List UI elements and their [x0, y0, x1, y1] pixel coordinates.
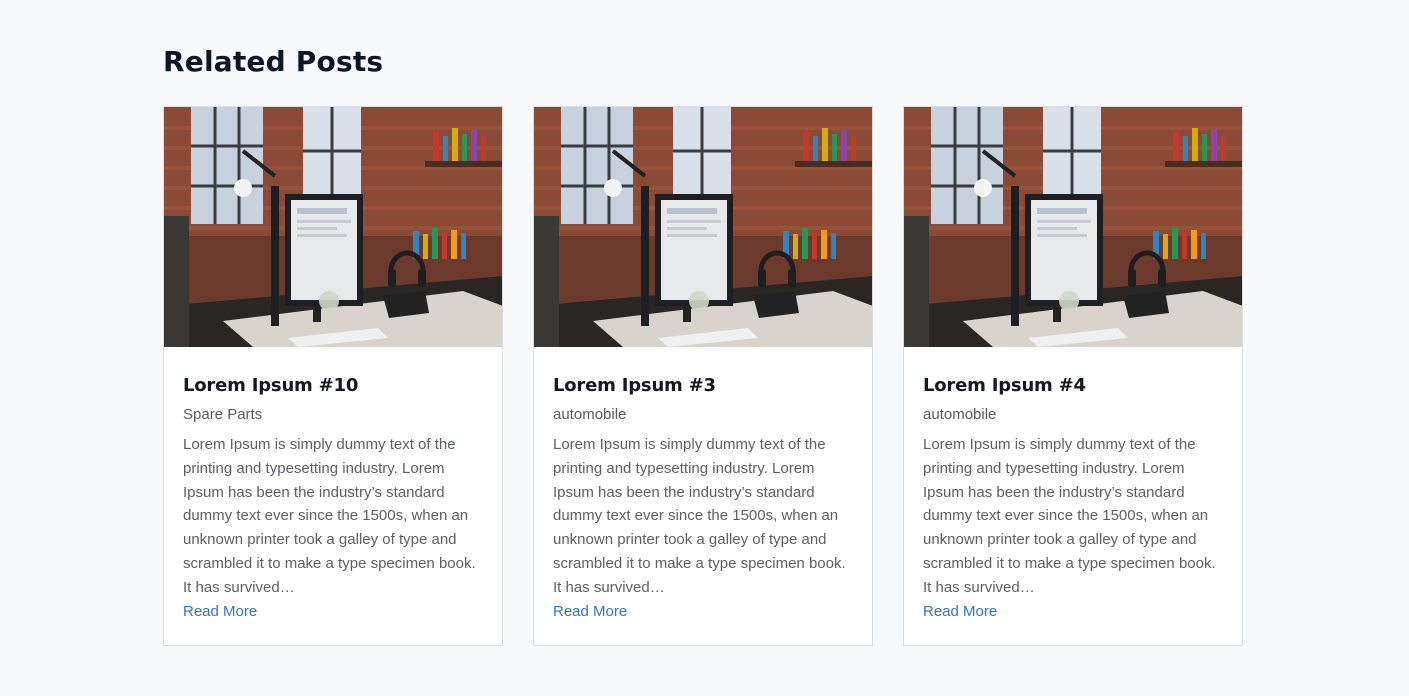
post-category: Spare Parts [183, 406, 263, 423]
post-card: Lorem Ipsum #3 automobile Lorem Ipsum is… [533, 106, 873, 646]
post-title[interactable]: Lorem Ipsum #3 [553, 373, 853, 399]
post-card: Lorem Ipsum #10 Spare Parts Lorem Ipsum … [163, 106, 503, 646]
read-more-link[interactable]: Read More [183, 601, 257, 623]
post-card: Lorem Ipsum #4 automobile Lorem Ipsum is… [903, 106, 1243, 646]
post-excerpt: Lorem Ipsum is simply dummy text of the … [183, 436, 476, 596]
post-title[interactable]: Lorem Ipsum #10 [183, 373, 483, 399]
read-more-link[interactable]: Read More [923, 601, 997, 623]
post-category: automobile [923, 406, 997, 423]
post-thumbnail[interactable] [533, 106, 873, 347]
section-title: Related Posts [163, 45, 384, 78]
post-thumbnail[interactable] [903, 106, 1243, 347]
post-category: automobile [553, 406, 627, 423]
post-title[interactable]: Lorem Ipsum #4 [923, 373, 1223, 399]
related-posts-list: Lorem Ipsum #10 Spare Parts Lorem Ipsum … [163, 106, 1243, 646]
post-excerpt: Lorem Ipsum is simply dummy text of the … [923, 436, 1216, 596]
post-excerpt: Lorem Ipsum is simply dummy text of the … [553, 436, 846, 596]
post-thumbnail[interactable] [163, 106, 503, 347]
post-card-body: Lorem Ipsum #10 Spare Parts Lorem Ipsum … [164, 347, 502, 623]
post-card-body: Lorem Ipsum #3 automobile Lorem Ipsum is… [534, 347, 872, 623]
read-more-link[interactable]: Read More [553, 601, 627, 623]
post-card-body: Lorem Ipsum #4 automobile Lorem Ipsum is… [904, 347, 1242, 623]
